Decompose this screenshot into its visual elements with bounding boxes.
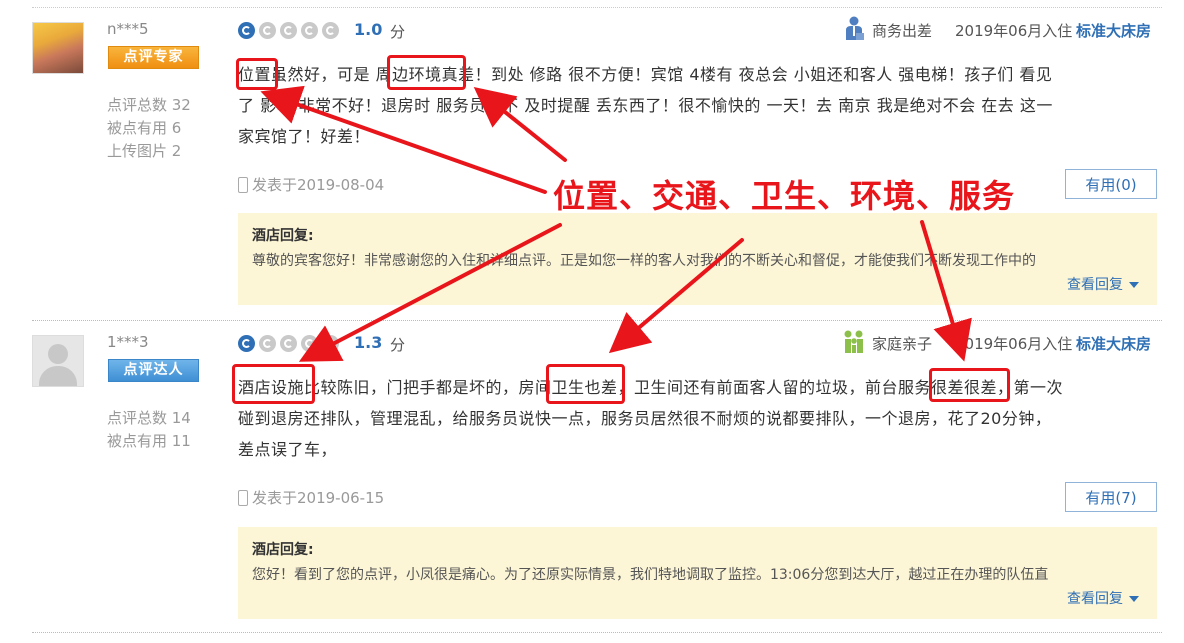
mobile-icon [238, 490, 248, 506]
review-text: 酒店设施比较陈旧，门把手都是坏的，房间卫生也差，卫生间还有前面客人留的垃圾，前台… [238, 372, 1158, 465]
business-trip-icon [846, 16, 864, 40]
score-unit: 分 [390, 336, 406, 354]
avatar[interactable] [32, 22, 84, 74]
avatar[interactable] [32, 335, 84, 387]
score-circle-icon [259, 22, 276, 39]
posted-date: 发表于2019-06-15 [238, 487, 384, 508]
review-text-line: 碰到退房还排队，管理混乱，给服务员说快一点，服务员居然很不耐烦的说都要排队，一个… [238, 409, 1052, 428]
highlight-box [546, 364, 625, 404]
useful-button[interactable]: 有用(0) [1065, 169, 1157, 199]
stat-useful-count: 被点有用 11 [107, 432, 191, 450]
score-circle-icon [322, 335, 339, 352]
reply-title: 酒店回复: [252, 228, 314, 244]
score-circle-icon [238, 22, 255, 39]
hotel-reply: 酒店回复: 您好！看到了您的点评，小凤很是痛心。为了还原实际情景，我们特地调取了… [238, 527, 1157, 619]
useful-button[interactable]: 有用(7) [1065, 482, 1157, 512]
posted-date-text: 发表于2019-08-04 [252, 176, 385, 194]
review-text: 位置虽然好，可是 周边环境真差！到处 修路 很不方便！宾馆 4楼有 夜总会 小姐… [238, 59, 1158, 152]
annotation-label: 位置、交通、卫生、环境、服务 [553, 177, 1016, 215]
stat-photo-count: 上传图片 2 [107, 142, 182, 160]
view-reply-link[interactable]: 查看回复 [1067, 274, 1139, 294]
score-circle-icon [301, 22, 318, 39]
score-circle-icon [259, 335, 276, 352]
reviewer-badge: 点评专家 [108, 46, 199, 69]
highlight-box [387, 55, 466, 90]
stay-date: 2019年06月入住 [955, 335, 1073, 353]
review-text-line: 了 影响 非常不好！退房时 服务员也不 及时提醒 丢东西了！很不愉快的 一天！去… [238, 96, 1053, 115]
room-type: 标准大床房 [1076, 335, 1152, 353]
score-circle-icon [238, 335, 255, 352]
username[interactable]: 1***3 [107, 333, 149, 351]
review-text-line: 差点误了车， [238, 440, 338, 459]
trip-type: 商务出差 [872, 22, 933, 40]
score-unit: 分 [390, 23, 406, 41]
chevron-down-icon [1129, 282, 1139, 288]
score-value: 1.3 [354, 333, 383, 352]
score-circle-icon [322, 22, 339, 39]
view-reply-label: 查看回复 [1067, 277, 1123, 293]
room-type: 标准大床房 [1076, 22, 1152, 40]
reply-text: 您好！看到了您的点评，小凤很是痛心。为了还原实际情景，我们特地调取了监控。13:… [252, 567, 1049, 583]
hotel-reply: 酒店回复: 尊敬的宾客您好！非常感谢您的入住和详细点评。正是如您一样的客人对我们… [238, 213, 1157, 305]
stay-date: 2019年06月入住 [955, 22, 1073, 40]
reply-title: 酒店回复: [252, 542, 314, 558]
posted-date: 发表于2019-08-04 [238, 174, 384, 195]
mobile-icon [238, 177, 248, 193]
review-card: n***5 点评专家 点评总数 32 被点有用 6 上传图片 2 1.0 分 商… [32, 8, 1162, 308]
view-reply-label: 查看回复 [1067, 591, 1123, 607]
reply-text: 尊敬的宾客您好！非常感谢您的入住和详细点评。正是如您一样的客人对我们的不断关心和… [252, 253, 1036, 269]
score-circle-icon [280, 22, 297, 39]
highlight-box [236, 58, 278, 90]
view-reply-link[interactable]: 查看回复 [1067, 588, 1139, 608]
posted-date-text: 发表于2019-06-15 [252, 489, 385, 507]
score-circle-icon [301, 335, 318, 352]
reviewer-badge: 点评达人 [108, 359, 199, 382]
score-value: 1.0 [354, 20, 383, 39]
review-divider [32, 632, 1162, 633]
chevron-down-icon [1129, 596, 1139, 602]
score-circle-icon [280, 335, 297, 352]
highlight-box [232, 364, 315, 404]
stat-review-count: 点评总数 14 [107, 409, 191, 427]
stat-useful-count: 被点有用 6 [107, 119, 182, 137]
stat-review-count: 点评总数 32 [107, 96, 191, 114]
family-trip-icon [844, 330, 863, 353]
review-text-line: 酒店设施比较陈旧，门把手都是坏的，房间卫生也差，卫生间还有前面客人留的垃圾，前台… [238, 378, 1064, 397]
trip-type: 家庭亲子 [872, 335, 933, 353]
review-text-line: 家宾馆了！好差！ [238, 127, 371, 146]
username[interactable]: n***5 [107, 20, 149, 38]
highlight-box [929, 368, 1010, 402]
review-text-line: 位置虽然好，可是 周边环境真差！到处 修路 很不方便！宾馆 4楼有 夜总会 小姐… [238, 65, 1053, 84]
